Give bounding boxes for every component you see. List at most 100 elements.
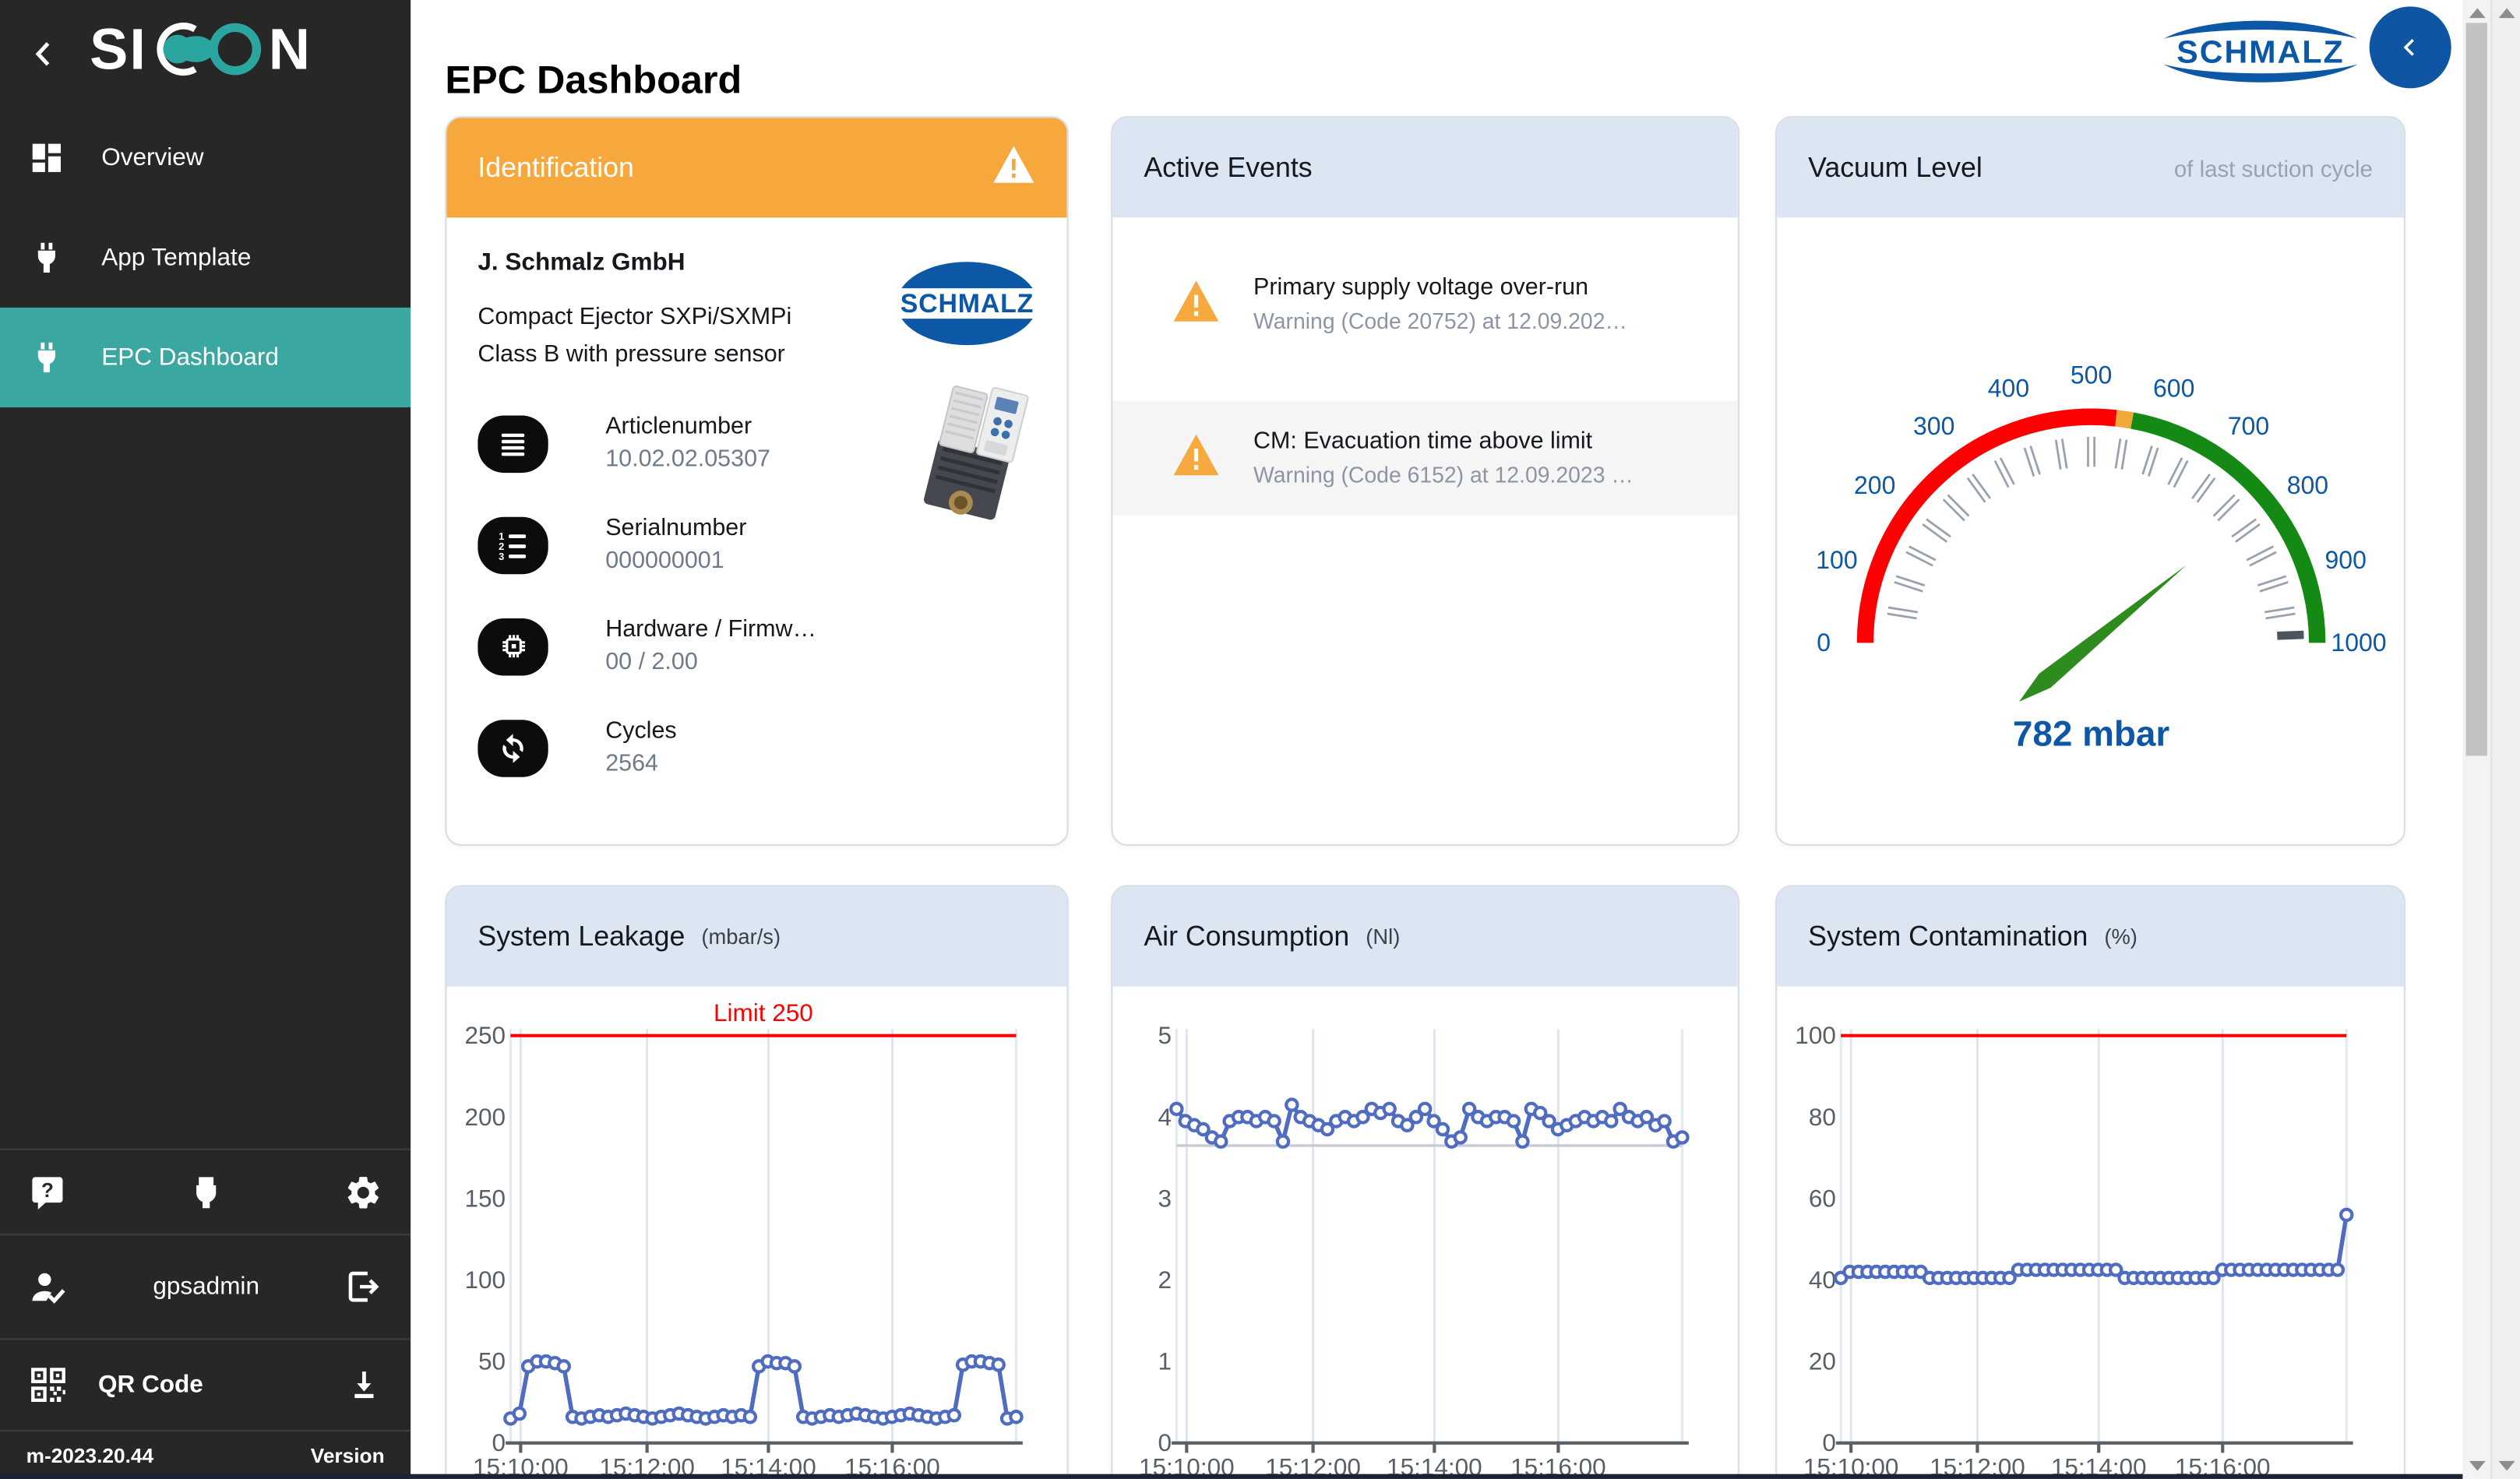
svg-text:100: 100 bbox=[1795, 1021, 1836, 1049]
chevron-left-icon bbox=[26, 36, 62, 72]
svg-text:5: 5 bbox=[1158, 1021, 1172, 1049]
vacuum-level-card-header: Vacuum Level of last suction cycle bbox=[1777, 118, 2404, 217]
chevron-left-icon bbox=[2394, 31, 2427, 64]
air-consumption-chart[interactable]: 15:10:0015:12:0015:14:0015:16:00012345 bbox=[1112, 987, 1739, 1479]
svg-text:400: 400 bbox=[1987, 374, 2028, 402]
scrollbar-down-arrow[interactable] bbox=[2498, 1461, 2515, 1471]
svg-text:20: 20 bbox=[1809, 1347, 1836, 1375]
system-leakage-chart[interactable]: Limit 25015:10:0015:12:0015:14:0015:16:0… bbox=[446, 987, 1068, 1479]
svg-text:900: 900 bbox=[2324, 546, 2365, 574]
download-icon bbox=[345, 1366, 382, 1403]
active-events-card-header: Active Events bbox=[1112, 118, 1737, 217]
main-content: EPC Dashboard SCHMALZ Identification bbox=[411, 0, 2462, 1479]
epc-dashboard-app: SI N Overview App Templa bbox=[0, 0, 2520, 1479]
svg-text:100: 100 bbox=[1815, 546, 1856, 574]
product-name-line2: Class B with pressure sensor bbox=[478, 337, 870, 375]
device-connection-button[interactable] bbox=[185, 1172, 224, 1211]
sidebar-item-label: EPC Dashboard bbox=[101, 343, 279, 372]
event-row[interactable]: Primary supply voltage over-run Warning … bbox=[1112, 247, 1737, 361]
svg-text:782 mbar: 782 mbar bbox=[2012, 713, 2169, 754]
sidebar-item-epc-dashboard[interactable]: EPC Dashboard bbox=[0, 308, 411, 407]
svg-text:100: 100 bbox=[465, 1266, 506, 1294]
identification-body: J. Schmalz GmbH Compact Ejector SXPi/SXM… bbox=[446, 217, 1066, 846]
sicon-logo-n: N bbox=[269, 17, 310, 82]
window-scrollbar[interactable] bbox=[2490, 0, 2520, 1479]
svg-text:1: 1 bbox=[1158, 1347, 1172, 1375]
logout-button[interactable] bbox=[342, 1266, 383, 1308]
svg-text:200: 200 bbox=[465, 1103, 506, 1131]
sidebar-spacer bbox=[0, 407, 411, 1149]
event-title: Primary supply voltage over-run bbox=[1253, 275, 1627, 301]
collapse-panel-button[interactable] bbox=[2370, 6, 2451, 88]
events-list: Primary supply voltage over-run Warning … bbox=[1112, 217, 1737, 515]
svg-text:300: 300 bbox=[1912, 412, 1954, 440]
svg-text:50: 50 bbox=[478, 1347, 506, 1375]
svg-text:60: 60 bbox=[1809, 1184, 1836, 1212]
username-label: gpsadmin bbox=[70, 1273, 342, 1301]
sicon-logo: SI N bbox=[88, 16, 333, 92]
event-row[interactable]: CM: Evacuation time above limit Warning … bbox=[1112, 401, 1737, 516]
scrollbar-thumb[interactable] bbox=[2466, 23, 2487, 755]
sync-icon bbox=[478, 719, 548, 776]
scrollbar-up-arrow[interactable] bbox=[2498, 9, 2515, 19]
list-icon bbox=[478, 415, 548, 473]
plug-icon bbox=[28, 339, 65, 376]
version-label: Version bbox=[311, 1444, 385, 1467]
field-label: Hardware / Firmw… bbox=[605, 617, 816, 643]
qr-code-label: QR Code bbox=[98, 1371, 203, 1399]
product-name-line1: Compact Ejector SXPi/SXMPi bbox=[478, 299, 870, 336]
svg-text:3: 3 bbox=[499, 550, 504, 562]
ordered-list-icon: 1 2 3 bbox=[478, 516, 548, 574]
svg-text:500: 500 bbox=[2070, 361, 2111, 389]
sidebar-collapse-button[interactable] bbox=[26, 33, 69, 76]
help-icon: ? bbox=[28, 1172, 67, 1211]
field-value: 00 / 2.00 bbox=[605, 650, 816, 676]
qr-code-icon bbox=[28, 1365, 69, 1406]
scrollbar-up-arrow[interactable] bbox=[2469, 9, 2485, 19]
svg-text:3: 3 bbox=[1158, 1184, 1172, 1212]
product-image bbox=[913, 381, 1047, 543]
sidebar: SI N Overview App Templa bbox=[0, 0, 411, 1479]
system-contamination-card: System Contamination (%) 15:10:0015:12:0… bbox=[1775, 885, 2405, 1479]
svg-text:Limit 250: Limit 250 bbox=[714, 998, 813, 1026]
sidebar-item-app-template[interactable]: App Template bbox=[0, 208, 411, 308]
download-qr-button[interactable] bbox=[345, 1366, 382, 1403]
svg-text:150: 150 bbox=[465, 1184, 506, 1212]
settings-button[interactable] bbox=[344, 1172, 382, 1211]
svg-text:?: ? bbox=[41, 1178, 54, 1201]
scrollbar-down-arrow[interactable] bbox=[2469, 1461, 2485, 1471]
svg-text:80: 80 bbox=[1809, 1103, 1836, 1131]
user-check-icon bbox=[28, 1266, 71, 1308]
identification-card: Identification J. Schmalz GmbH Compact E… bbox=[445, 116, 1068, 846]
system-contamination-chart[interactable]: 15:10:0015:12:0015:14:0015:16:0002040608… bbox=[1777, 987, 2405, 1479]
field-cycles: Cycles 2564 bbox=[478, 718, 1035, 777]
warning-triangle-icon bbox=[1172, 277, 1221, 331]
sidebar-user-row: gpsadmin bbox=[0, 1234, 411, 1338]
content-scrollbar[interactable] bbox=[2462, 0, 2490, 1479]
svg-text:2: 2 bbox=[1158, 1266, 1172, 1294]
svg-text:1000: 1000 bbox=[2330, 629, 2385, 657]
svg-text:0: 0 bbox=[1158, 1428, 1172, 1456]
help-button[interactable]: ? bbox=[28, 1172, 67, 1211]
card-unit: (%) bbox=[2104, 924, 2137, 949]
gear-icon bbox=[344, 1172, 382, 1211]
svg-text:40: 40 bbox=[1809, 1266, 1836, 1294]
sidebar-version-row: m-2023.20.44 Version bbox=[0, 1430, 411, 1479]
field-value: 2564 bbox=[605, 751, 676, 777]
usb-plug-icon bbox=[185, 1172, 224, 1211]
dashboard-icon bbox=[28, 139, 65, 177]
window-bottom-edge bbox=[0, 1474, 2462, 1479]
logout-icon bbox=[342, 1266, 383, 1308]
system-contamination-card-header: System Contamination (%) bbox=[1777, 887, 2404, 987]
air-consumption-card: Air Consumption (Nl) 15:10:0015:12:0015:… bbox=[1111, 885, 1739, 1479]
sidebar-nav: Overview App Template EPC Dashboard bbox=[0, 108, 411, 407]
svg-text:0: 0 bbox=[1816, 629, 1830, 657]
sidebar-qr-row[interactable]: QR Code bbox=[0, 1338, 411, 1430]
version-value: m-2023.20.44 bbox=[26, 1444, 154, 1467]
sidebar-item-label: Overview bbox=[101, 144, 203, 172]
field-label: Cycles bbox=[605, 718, 676, 745]
sidebar-tools: ? bbox=[0, 1149, 411, 1234]
active-events-card: Active Events Primary supply voltage ove… bbox=[1111, 116, 1739, 846]
svg-text:0: 0 bbox=[1822, 1428, 1836, 1456]
sidebar-item-overview[interactable]: Overview bbox=[0, 108, 411, 208]
